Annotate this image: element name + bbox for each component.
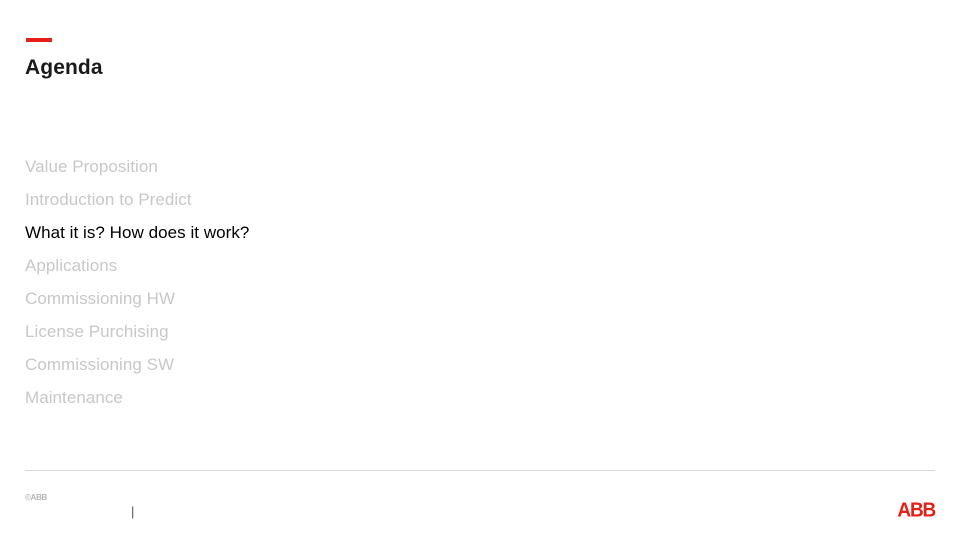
copyright-text: ©ABB <box>25 493 48 502</box>
list-item[interactable]: Introduction to Predict <box>25 183 725 216</box>
list-item-active[interactable]: What it is? How does it work? <box>25 216 725 249</box>
list-item[interactable]: Value Proposition <box>25 150 725 183</box>
page-title: Agenda <box>25 56 103 79</box>
list-item[interactable]: License Purchising <box>25 315 725 348</box>
list-item[interactable]: Applications <box>25 249 725 282</box>
footer-pipe-separator: | <box>131 504 135 519</box>
footer-divider-rule <box>25 470 935 471</box>
list-item[interactable]: Commissioning SW <box>25 348 725 381</box>
list-item[interactable]: Maintenance <box>25 381 725 414</box>
abb-logo: ABB <box>897 499 936 522</box>
list-item[interactable]: Commissioning HW <box>25 282 725 315</box>
title-accent-bar <box>26 38 52 42</box>
agenda-list: Value Proposition Introduction to Predic… <box>25 150 725 414</box>
slide-canvas: Agenda Value Proposition Introduction to… <box>0 0 960 540</box>
